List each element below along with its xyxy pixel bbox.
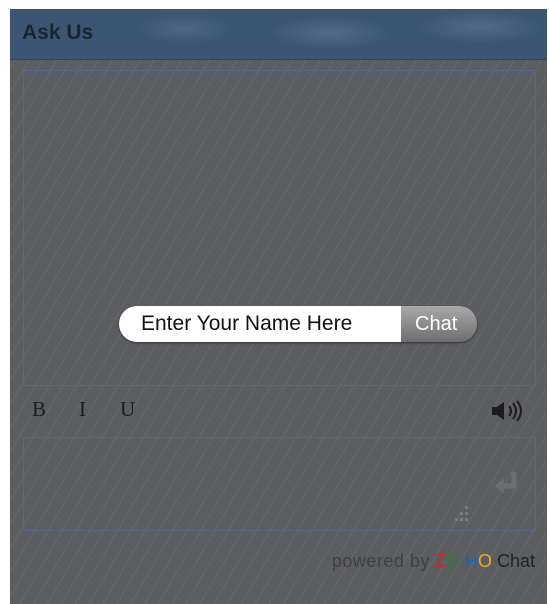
bold-button[interactable]: B: [32, 397, 46, 422]
format-toolbar: B I U: [10, 397, 547, 427]
name-input[interactable]: [119, 306, 401, 342]
brand-product-name: Chat: [496, 551, 535, 571]
conversation-pane: Chat: [23, 70, 536, 386]
brand-letter-o2: O: [477, 551, 492, 571]
powered-by-text: powered by: [331, 551, 430, 571]
name-entry-form: Chat: [119, 306, 477, 342]
italic-button[interactable]: I: [79, 397, 86, 422]
speaker-icon[interactable]: [490, 399, 530, 423]
chat-button[interactable]: Chat: [401, 306, 477, 342]
enter-arrow-icon[interactable]: [492, 468, 522, 498]
message-input-area[interactable]: [23, 437, 536, 531]
chat-widget: Ask Us Chat B I U: [10, 9, 547, 604]
brand-letter-o1: O: [445, 551, 460, 571]
resize-grip-icon[interactable]: [451, 504, 471, 524]
underline-button[interactable]: U: [120, 397, 135, 422]
brand-letter-h: H: [464, 551, 478, 571]
title-bar[interactable]: Ask Us: [10, 9, 547, 60]
powered-by-footer[interactable]: powered by ZO HO Chat: [332, 551, 535, 572]
widget-title: Ask Us: [22, 21, 94, 44]
brand-letter-z: Z: [434, 551, 446, 571]
